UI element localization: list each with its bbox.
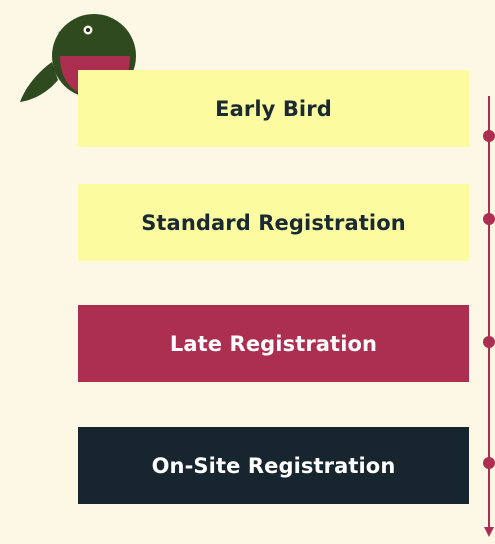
timeline-arrow-icon [484, 527, 494, 537]
tier-label: Standard Registration [141, 210, 406, 235]
tier-label: Early Bird [215, 96, 332, 121]
tier-early-bird: Early Bird [78, 70, 469, 147]
timeline-dot [483, 336, 495, 348]
tier-label: Late Registration [169, 331, 378, 356]
timeline-dot [483, 213, 495, 225]
tier-standard-registration: Standard Registration [78, 184, 469, 261]
tier-label: On-Site Registration [151, 453, 396, 478]
tier-late-registration: Late Registration [78, 305, 469, 382]
registration-timeline: Early Bird Standard Registration Late Re… [0, 0, 495, 544]
tier-on-site-registration: On-Site Registration [78, 427, 469, 504]
timeline-dot [483, 130, 495, 142]
timeline-dot [483, 457, 495, 469]
